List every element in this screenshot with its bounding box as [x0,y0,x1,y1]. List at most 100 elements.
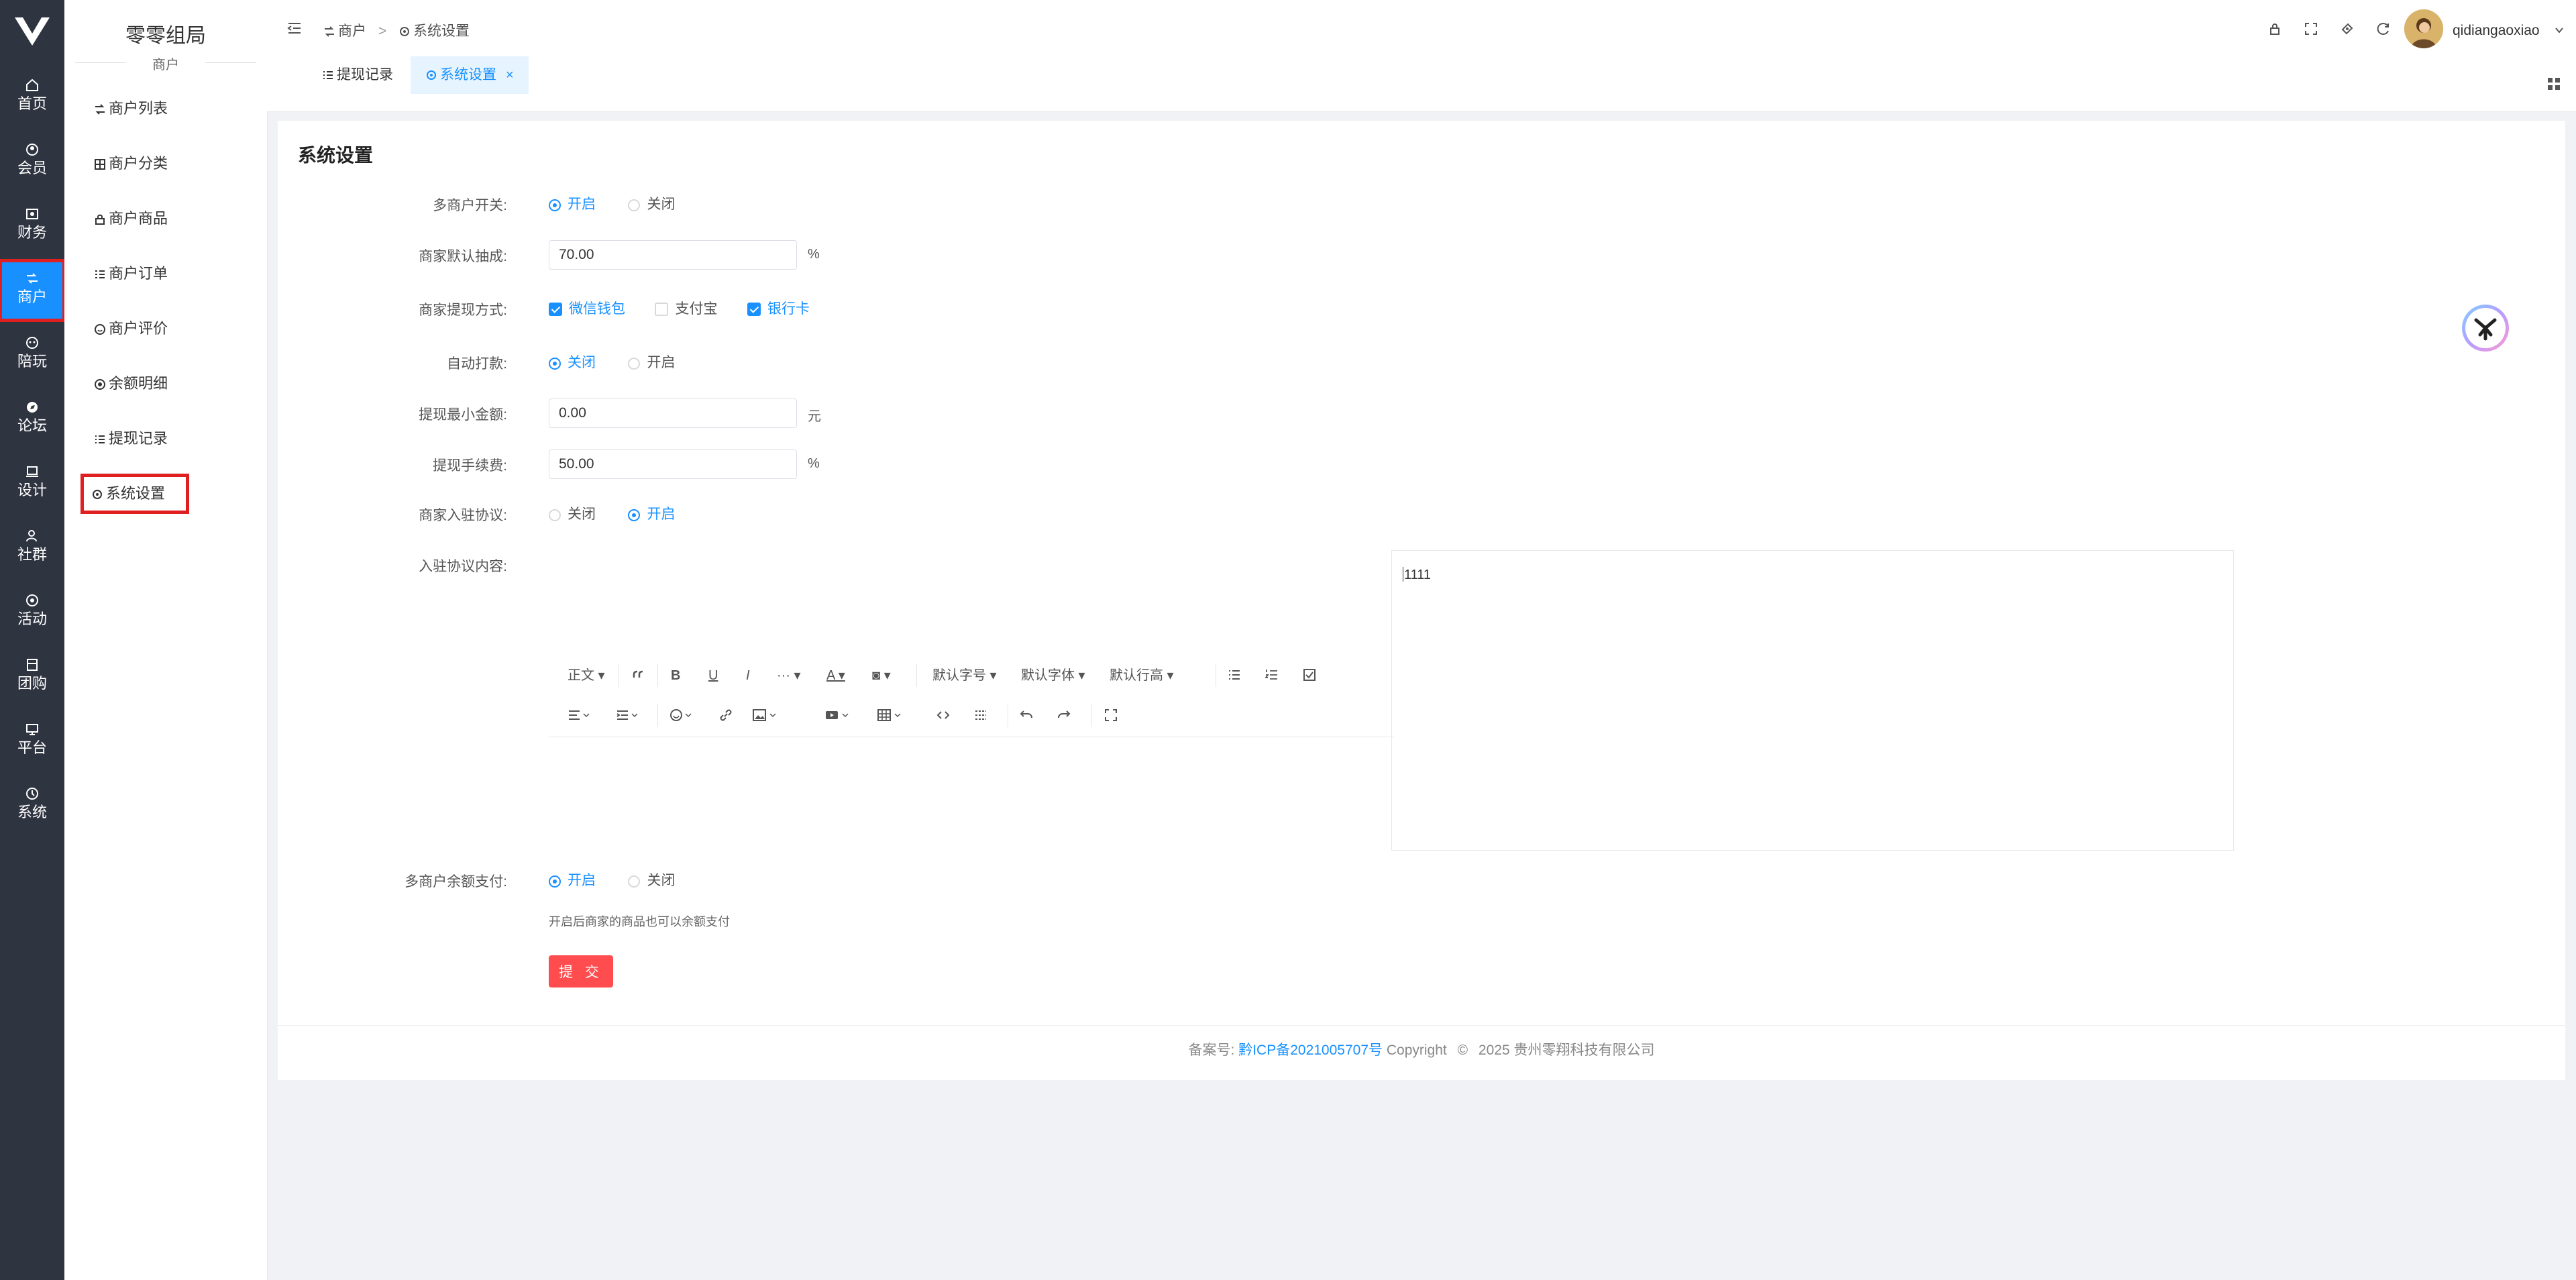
divider-icon[interactable] [974,708,987,722]
link-icon[interactable] [719,708,733,722]
rail-item-member[interactable]: 会员 [0,131,64,192]
fullscreen-icon[interactable] [1104,708,1118,722]
font-family-select[interactable]: 默认字体 ▾ [1021,665,1085,686]
subnav-item-merchant-order[interactable]: 商户订单 [85,255,246,292]
commission-input[interactable] [549,240,797,270]
code-icon[interactable] [936,708,950,722]
withdraw-list-icon [95,435,105,443]
rail-item-platform[interactable]: 平台 [0,711,64,771]
close-icon[interactable]: × [506,68,514,83]
settings-card: 系统设置 多商户开关: 开启 关闭 商家默认抽成: % 商家提现方式: 微信钱包… [278,121,2565,1080]
assistant-float-button[interactable] [2462,305,2509,352]
rail-item-activity[interactable]: 活动 [0,582,64,643]
submit-button[interactable]: 提 交 [549,955,613,988]
rail-item-merchant[interactable]: 商户 [0,259,66,322]
grid-menu-icon[interactable] [2546,76,2561,91]
bank-card-checkbox[interactable]: 银行卡 [747,292,810,326]
redo-icon[interactable] [1057,708,1071,722]
breadcrumb-item[interactable]: 商户 [338,23,366,39]
italic-icon[interactable]: I [746,665,750,686]
avatar[interactable] [2404,9,2443,48]
unit-label: % [808,247,820,262]
gear-icon [427,70,436,80]
footer: 备案号: 黔ICP备2021005707号 Copyright © 2025 贵… [278,1025,2565,1081]
font-size-select[interactable]: 默认字号 ▾ [932,665,997,686]
alipay-checkbox[interactable]: 支付宝 [655,292,717,326]
tab-withdraw-record[interactable]: 提现记录 [307,56,408,94]
rail-item-home[interactable]: 首页 [0,67,64,127]
undo-icon[interactable] [1020,708,1033,722]
theme-icon[interactable] [2340,21,2355,36]
fullscreen-icon[interactable] [2304,21,2318,36]
bold-icon[interactable]: B [671,665,680,686]
collapse-menu-icon[interactable] [287,21,302,35]
bullet-list-icon[interactable] [1228,668,1241,682]
image-icon[interactable] [753,708,777,722]
align-left-icon[interactable] [568,708,590,722]
agreement-on-radio[interactable]: 开启 [628,498,675,531]
agreement-off-radio[interactable]: 关闭 [549,498,596,531]
tab-system-settings[interactable]: 系统设置 × [411,56,529,94]
wechat-wallet-checkbox[interactable]: 微信钱包 [549,292,625,326]
auto-pay-off-radio[interactable]: 关闭 [549,346,596,380]
min-withdraw-input[interactable] [549,398,797,428]
background-color-icon[interactable]: ◙ ▾ [872,665,891,686]
subnav-item-merchant-review[interactable]: 商户评价 [85,310,246,348]
rail-item-label: 会员 [17,160,47,176]
field-label: 自动打款: [447,356,507,372]
subnav-item-merchant-list[interactable]: 商户列表 [85,90,246,127]
balance-pay-off-radio[interactable]: 关闭 [628,864,675,898]
todo-checkbox-icon[interactable] [1303,668,1316,682]
finance-icon [26,209,38,219]
lock-icon[interactable] [2267,21,2282,36]
rail-item-forum[interactable]: 论坛 [0,389,64,449]
tab-label: 系统设置 [440,67,496,83]
toolbar-row-1: 正文 ▾ B U I ··· ▾ A ▾ ◙ ▾ 默认字号 ▾ 默认字体 ▾ 默… [549,656,1394,695]
rail-item-label: 商户 [17,288,47,305]
font-color-icon[interactable]: A ▾ [826,665,845,686]
username[interactable]: qidiangaoxiao [2453,23,2540,39]
icp-link[interactable]: 黔ICP备2021005707号 [1238,1043,1383,1058]
subnav-item-merchant-category[interactable]: 商户分类 [85,145,246,182]
chevron-down-icon[interactable] [2555,25,2564,35]
sub-nav-sidebar: 零零组局 商户 商户列表 商户分类 商户商品 商户订单 商户评价 余额明细 提现… [64,0,268,1280]
auto-pay-on-radio[interactable]: 开启 [628,346,675,380]
quote-icon[interactable] [632,668,645,682]
gear-icon [93,490,102,499]
withdraw-fee-input[interactable] [549,449,797,479]
multi-merchant-off-radio[interactable]: 关闭 [628,188,675,221]
underline-icon[interactable]: U [708,665,718,686]
subnav-item-label: 提现记录 [109,430,168,447]
forum-icon [27,402,38,413]
more-style-select[interactable]: ··· ▾ [777,665,801,686]
indent-icon[interactable] [616,708,639,722]
emoji-icon[interactable] [669,708,692,722]
rail-item-design[interactable]: 设计 [0,454,64,514]
subnav-item-withdraw-record[interactable]: 提现记录 [85,420,246,458]
subnav-item-merchant-product[interactable]: 商户商品 [85,200,246,237]
assistant-logo-icon [2474,318,2497,341]
rail-item-group-buy[interactable]: 团购 [0,647,64,707]
refresh-icon[interactable] [2376,21,2391,36]
design-icon [26,466,38,477]
rail-item-companion[interactable]: 陪玩 [0,325,64,385]
table-icon[interactable] [877,708,902,722]
editor-content[interactable]: 1111 [1403,567,1431,583]
app-logo-icon[interactable] [13,15,51,48]
product-lock-icon [95,214,105,225]
agreement-editor[interactable]: 1111 [1391,550,2234,851]
rail-item-label: 平台 [17,739,47,756]
subnav-item-balance-detail[interactable]: 余额明细 [85,365,246,403]
multi-merchant-on-radio[interactable]: 开启 [549,188,596,221]
video-icon[interactable] [825,708,849,722]
subnav-item-label: 系统设置 [106,485,166,502]
balance-pay-on-radio[interactable]: 开启 [549,864,596,898]
numbered-list-icon[interactable] [1265,668,1279,682]
rail-item-finance[interactable]: 财务 [0,196,64,256]
rail-item-system[interactable]: 系统 [0,776,64,836]
subnav-item-system-settings[interactable]: 系统设置 [80,474,189,514]
paragraph-select[interactable]: 正文 ▾ [568,665,605,686]
comment-icon [95,324,105,335]
line-height-select[interactable]: 默认行高 ▾ [1110,665,1174,686]
rail-item-community[interactable]: 社群 [0,518,64,578]
